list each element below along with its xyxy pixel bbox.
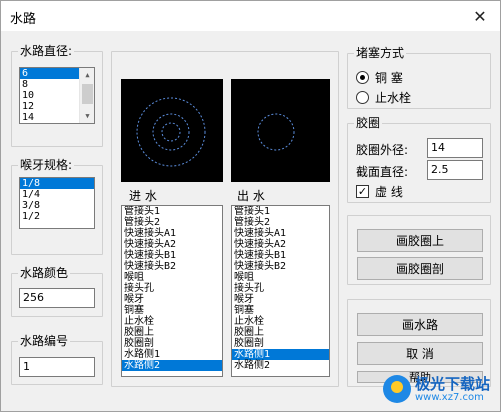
list-item[interactable]: 1/2 bbox=[20, 211, 94, 222]
pipe-dialog: 水路 ✕ 水路直径: 6 8 10 12 14 ▲ ▼ 喉牙规格: 1/8 1/4 3/8 1… bbox=[0, 0, 501, 412]
site-logo-icon bbox=[382, 375, 411, 403]
o-ring-outer-label: 胶圈外径: bbox=[356, 143, 409, 157]
inlet-preview-drawing bbox=[136, 97, 206, 167]
list-item[interactable]: 快速接头B2 bbox=[232, 261, 329, 272]
scroll-thumb[interactable] bbox=[82, 84, 93, 104]
window-title: 水路 bbox=[10, 12, 37, 27]
title-bar: 水路 ✕ bbox=[1, 1, 500, 31]
list-item[interactable]: 水路侧2 bbox=[232, 360, 329, 371]
list-item[interactable]: 止水栓 bbox=[232, 316, 329, 327]
list-item[interactable]: 接头孔 bbox=[232, 283, 329, 294]
draw-ring-top-button[interactable]: 画胶圈上 bbox=[357, 229, 483, 252]
o-ring-outer-input[interactable]: 14 bbox=[427, 138, 483, 158]
inner-circle bbox=[161, 122, 181, 142]
plug-type-legend: 堵塞方式 bbox=[354, 46, 407, 60]
plug-copper-label: 铜 塞 bbox=[375, 71, 403, 85]
list-item[interactable]: 胶圈剖 bbox=[232, 338, 329, 349]
list-item[interactable]: 快速接头B2 bbox=[122, 261, 222, 272]
list-item[interactable]: 快速接头A1 bbox=[232, 228, 329, 239]
list-item[interactable]: 快速接头A1 bbox=[122, 228, 222, 239]
pipe-color-input[interactable]: 256 bbox=[19, 288, 95, 308]
pipe-color-legend: 水路颜色 bbox=[18, 266, 71, 280]
o-ring-section-label: 截面直径: bbox=[356, 165, 409, 179]
list-item[interactable]: 喉咀 bbox=[232, 272, 329, 283]
list-item[interactable]: 接头孔 bbox=[122, 283, 222, 294]
list-item[interactable]: 管接头2 bbox=[232, 217, 329, 228]
outlet-label: 出 水 bbox=[237, 189, 265, 203]
draw-ring-section-button[interactable]: 画胶圈剖 bbox=[357, 257, 483, 280]
outlet-preview bbox=[231, 79, 330, 182]
pipe-number-input[interactable]: 1 bbox=[19, 357, 95, 377]
middle-circle bbox=[152, 113, 190, 151]
outlet-preview-drawing bbox=[257, 113, 295, 151]
checkmark-icon: ✓ bbox=[356, 185, 369, 198]
list-item[interactable]: 1/8 bbox=[20, 178, 94, 189]
list-item[interactable]: 快速接头A2 bbox=[122, 239, 222, 250]
outlet-circle bbox=[257, 113, 295, 151]
inlet-preview bbox=[121, 79, 223, 182]
list-item[interactable]: 水路侧1 bbox=[122, 349, 222, 360]
watermark-url: www.xz7.com bbox=[414, 391, 484, 403]
list-item[interactable]: 管接头2 bbox=[122, 217, 222, 228]
list-item[interactable]: 1/4 bbox=[20, 189, 94, 200]
pipe-diameter-list[interactable]: 6 8 10 12 14 ▲ ▼ bbox=[19, 67, 95, 124]
plug-copper-radio[interactable]: 铜 塞 bbox=[356, 69, 403, 86]
list-item[interactable]: 管接头1 bbox=[232, 206, 329, 217]
thread-spec-legend: 喉牙规格: bbox=[18, 158, 75, 172]
list-item[interactable]: 胶圈上 bbox=[232, 327, 329, 338]
list-item[interactable]: 快速接头B1 bbox=[232, 250, 329, 261]
pipe-diameter-legend: 水路直径: bbox=[18, 44, 75, 58]
o-ring-legend: 胶圈 bbox=[354, 116, 383, 130]
list-item[interactable]: 水路侧1 bbox=[232, 349, 329, 360]
list-item[interactable]: 水路侧2 bbox=[122, 360, 222, 371]
close-icon[interactable]: ✕ bbox=[460, 1, 500, 31]
list-item[interactable]: 喉牙 bbox=[122, 294, 222, 305]
outlet-list[interactable]: 管接头1 管接头2 快速接头A1 快速接头A2 快速接头B1 快速接头B2 喉咀 接头孔 喉牙铜… bbox=[231, 205, 330, 377]
list-item[interactable]: 止水栓 bbox=[122, 316, 222, 327]
inlet-list[interactable]: 管接头1 管接头2 快速接头A1 快速接头A2 快速接头B1 快速接头B2 喉咀 接头孔 喉牙铜… bbox=[121, 205, 223, 377]
pipe-number-legend: 水路编号 bbox=[18, 334, 71, 348]
list-item[interactable]: 胶圈剖 bbox=[122, 338, 222, 349]
o-ring-section-input[interactable]: 2.5 bbox=[427, 160, 483, 180]
list-item[interactable]: 喉牙 bbox=[232, 294, 329, 305]
dashed-line-label: 虚 线 bbox=[375, 185, 403, 199]
scroll-down-icon[interactable]: ▼ bbox=[80, 109, 94, 123]
dashed-line-checkbox[interactable]: ✓ 虚 线 bbox=[356, 183, 403, 200]
scroll-up-icon[interactable]: ▲ bbox=[80, 68, 94, 82]
list-item[interactable]: 铜塞 bbox=[232, 305, 329, 316]
list-item[interactable]: 快速接头B1 bbox=[122, 250, 222, 261]
thread-spec-list[interactable]: 1/8 1/4 3/8 1/2 bbox=[19, 177, 95, 229]
draw-pipe-button[interactable]: 画水路 bbox=[357, 313, 483, 336]
radio-unselected-icon bbox=[356, 91, 369, 104]
watermark-name: 极光下载站 bbox=[414, 374, 490, 393]
list-item[interactable]: 管接头1 bbox=[122, 206, 222, 217]
plug-stopper-label: 止水栓 bbox=[375, 91, 412, 105]
radio-selected-icon bbox=[356, 71, 369, 84]
pipe-diameter-scrollbar[interactable]: ▲ ▼ bbox=[79, 68, 94, 123]
watermark: 极光下载站 www.xz7.com bbox=[382, 374, 490, 403]
outer-circle bbox=[136, 97, 206, 167]
list-item[interactable]: 快速接头A2 bbox=[232, 239, 329, 250]
list-item[interactable]: 胶圈上 bbox=[122, 327, 222, 338]
inlet-label: 进 水 bbox=[129, 189, 157, 203]
plug-stopper-radio[interactable]: 止水栓 bbox=[356, 89, 411, 106]
cancel-button[interactable]: 取 消 bbox=[357, 342, 483, 365]
list-item[interactable]: 喉咀 bbox=[122, 272, 222, 283]
list-item[interactable]: 3/8 bbox=[20, 200, 94, 211]
list-item[interactable]: 铜塞 bbox=[122, 305, 222, 316]
